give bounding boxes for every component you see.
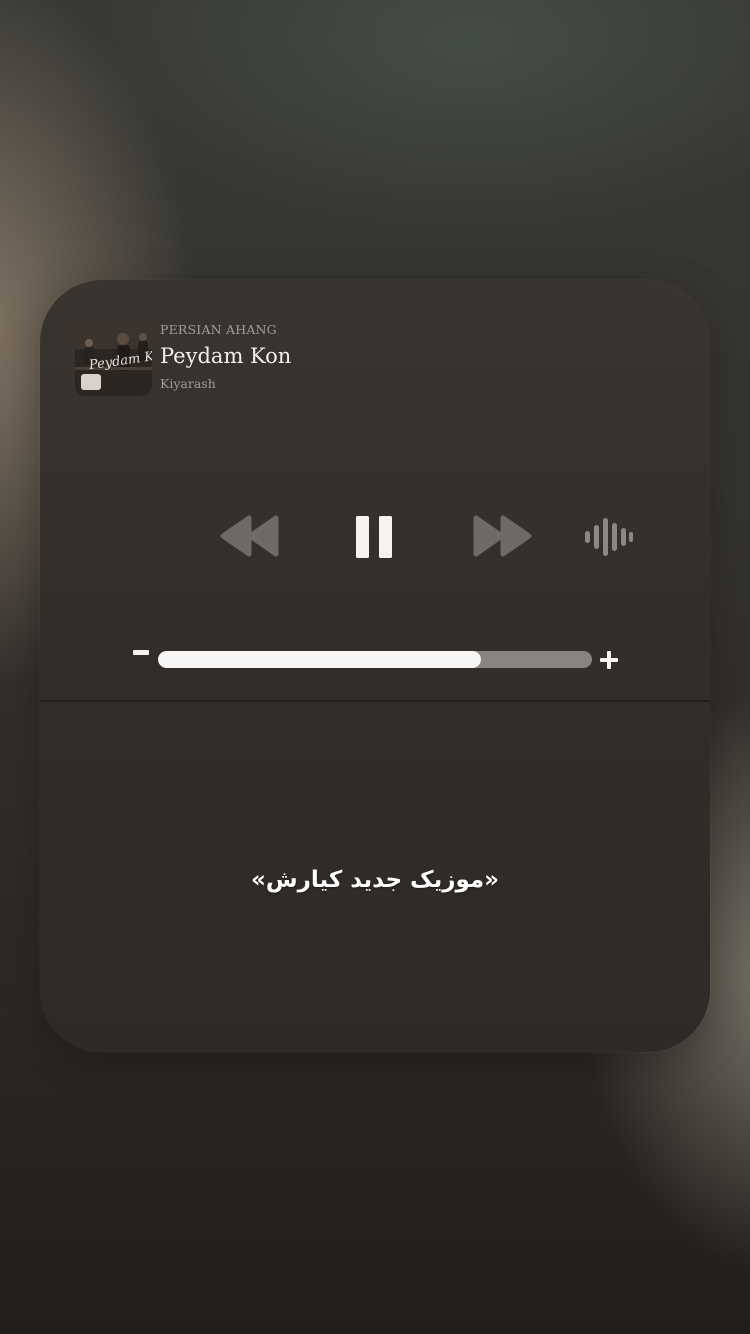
rewind-button[interactable] (216, 514, 284, 558)
track-info: PERSIAN AHANG Peydam Kon Kiyarash (160, 322, 291, 391)
audio-waveform-icon (584, 517, 634, 557)
volume-down-icon (133, 649, 149, 655)
volume-up-icon (600, 651, 618, 669)
pause-button[interactable] (352, 514, 396, 560)
volume-slider[interactable] (158, 651, 592, 668)
volume-slider-fill (158, 651, 482, 668)
media-player-card: Peydam Kon PERSIAN AHANG Peydam Kon Kiya… (40, 280, 710, 1052)
fast-forward-button[interactable] (468, 514, 536, 558)
card-divider (40, 700, 710, 702)
playback-source: PERSIAN AHANG (160, 322, 277, 337)
pause-icon (354, 514, 394, 560)
audio-output-button[interactable] (582, 516, 636, 558)
track-artist: Kiyarash (160, 376, 216, 391)
caption-text: «موزیک جدید کیارش» (251, 867, 499, 893)
rewind-icon (219, 514, 281, 558)
track-title[interactable]: Peydam Kon (160, 344, 291, 368)
album-artwork[interactable]: Peydam Kon (75, 319, 152, 396)
fast-forward-icon (471, 514, 533, 558)
